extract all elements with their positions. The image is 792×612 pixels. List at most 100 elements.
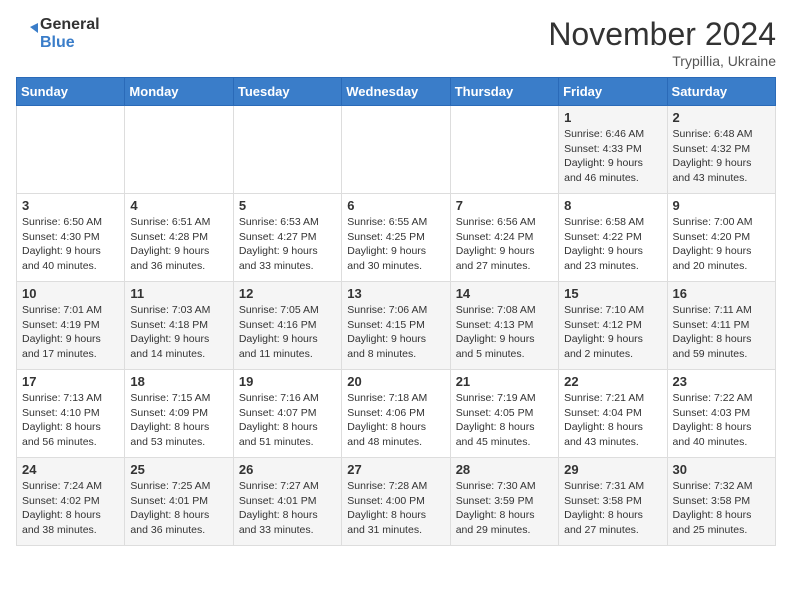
day-number: 12 bbox=[239, 286, 336, 301]
day-info: Sunrise: 7:16 AM Sunset: 4:07 PM Dayligh… bbox=[239, 391, 336, 450]
day-number: 8 bbox=[564, 198, 661, 213]
calendar-cell: 1 Sunrise: 6:46 AM Sunset: 4:33 PM Daylig… bbox=[559, 106, 667, 194]
day-number: 20 bbox=[347, 374, 444, 389]
day-number: 16 bbox=[673, 286, 770, 301]
day-number: 5 bbox=[239, 198, 336, 213]
calendar-cell: 23 Sunrise: 7:22 AM Sunset: 4:03 PM Dayli… bbox=[667, 370, 775, 458]
day-number: 17 bbox=[22, 374, 119, 389]
calendar-cell: 4 Sunrise: 6:51 AM Sunset: 4:28 PM Daylig… bbox=[125, 194, 233, 282]
day-info: Sunrise: 6:50 AM Sunset: 4:30 PM Dayligh… bbox=[22, 215, 119, 274]
calendar-cell: 30 Sunrise: 7:32 AM Sunset: 3:58 PM Dayli… bbox=[667, 458, 775, 546]
calendar-cell: 13Sunrise: 7:06 AM Sunset: 4:15 PM Dayli… bbox=[342, 282, 450, 370]
calendar-header-row: SundayMondayTuesdayWednesdayThursdayFrid… bbox=[17, 78, 776, 106]
day-number: 11 bbox=[130, 286, 227, 301]
day-info: Sunrise: 7:05 AM Sunset: 4:16 PM Dayligh… bbox=[239, 303, 336, 362]
day-number: 9 bbox=[673, 198, 770, 213]
title-block: November 2024 Trypillia, Ukraine bbox=[548, 16, 776, 69]
day-info: Sunrise: 6:56 AM Sunset: 4:24 PM Dayligh… bbox=[456, 215, 553, 274]
day-number: 19 bbox=[239, 374, 336, 389]
calendar-cell bbox=[342, 106, 450, 194]
calendar-cell: 18Sunrise: 7:15 AM Sunset: 4:09 PM Dayli… bbox=[125, 370, 233, 458]
calendar-cell bbox=[233, 106, 341, 194]
day-number: 2 bbox=[673, 110, 770, 125]
logo-blue: Blue bbox=[40, 34, 100, 52]
calendar-cell: 7Sunrise: 6:56 AM Sunset: 4:24 PM Daylig… bbox=[450, 194, 558, 282]
day-info: Sunrise: 6:58 AM Sunset: 4:22 PM Dayligh… bbox=[564, 215, 661, 274]
calendar-cell: 20 Sunrise: 7:18 AM Sunset: 4:06 PM Dayli… bbox=[342, 370, 450, 458]
calendar-cell: 19 Sunrise: 7:16 AM Sunset: 4:07 PM Dayli… bbox=[233, 370, 341, 458]
day-info: Sunrise: 6:46 AM Sunset: 4:33 PM Dayligh… bbox=[564, 127, 661, 186]
day-header-tuesday: Tuesday bbox=[233, 78, 341, 106]
day-info: Sunrise: 6:51 AM Sunset: 4:28 PM Dayligh… bbox=[130, 215, 227, 274]
day-info: Sunrise: 7:22 AM Sunset: 4:03 PM Dayligh… bbox=[673, 391, 770, 450]
logo: General Blue bbox=[16, 16, 100, 51]
calendar-cell: 21Sunrise: 7:19 AM Sunset: 4:05 PM Dayli… bbox=[450, 370, 558, 458]
day-info: Sunrise: 7:18 AM Sunset: 4:06 PM Dayligh… bbox=[347, 391, 444, 450]
calendar-cell: 27 Sunrise: 7:28 AM Sunset: 4:00 PM Dayli… bbox=[342, 458, 450, 546]
day-number: 23 bbox=[673, 374, 770, 389]
day-info: Sunrise: 7:15 AM Sunset: 4:09 PM Dayligh… bbox=[130, 391, 227, 450]
day-info: Sunrise: 7:27 AM Sunset: 4:01 PM Dayligh… bbox=[239, 479, 336, 538]
calendar-cell: 29 Sunrise: 7:31 AM Sunset: 3:58 PM Dayli… bbox=[559, 458, 667, 546]
day-number: 26 bbox=[239, 462, 336, 477]
day-info: Sunrise: 7:32 AM Sunset: 3:58 PM Dayligh… bbox=[673, 479, 770, 538]
calendar-cell: 10 Sunrise: 7:01 AM Sunset: 4:19 PM Dayli… bbox=[17, 282, 125, 370]
calendar-cell bbox=[450, 106, 558, 194]
day-info: Sunrise: 7:10 AM Sunset: 4:12 PM Dayligh… bbox=[564, 303, 661, 362]
month-title: November 2024 bbox=[548, 16, 776, 53]
calendar-cell: 14 Sunrise: 7:08 AM Sunset: 4:13 PM Dayli… bbox=[450, 282, 558, 370]
day-info: Sunrise: 7:08 AM Sunset: 4:13 PM Dayligh… bbox=[456, 303, 553, 362]
day-number: 30 bbox=[673, 462, 770, 477]
day-info: Sunrise: 7:11 AM Sunset: 4:11 PM Dayligh… bbox=[673, 303, 770, 362]
day-info: Sunrise: 6:53 AM Sunset: 4:27 PM Dayligh… bbox=[239, 215, 336, 274]
day-info: Sunrise: 7:28 AM Sunset: 4:00 PM Dayligh… bbox=[347, 479, 444, 538]
calendar-week-2: 3Sunrise: 6:50 AM Sunset: 4:30 PM Daylig… bbox=[17, 194, 776, 282]
page-header: General Blue November 2024 Trypillia, Uk… bbox=[16, 16, 776, 69]
day-info: Sunrise: 7:13 AM Sunset: 4:10 PM Dayligh… bbox=[22, 391, 119, 450]
logo-bird-icon bbox=[16, 23, 38, 45]
calendar-cell: 6 Sunrise: 6:55 AM Sunset: 4:25 PM Daylig… bbox=[342, 194, 450, 282]
day-header-thursday: Thursday bbox=[450, 78, 558, 106]
calendar-cell: 11Sunrise: 7:03 AM Sunset: 4:18 PM Dayli… bbox=[125, 282, 233, 370]
day-info: Sunrise: 6:55 AM Sunset: 4:25 PM Dayligh… bbox=[347, 215, 444, 274]
day-header-wednesday: Wednesday bbox=[342, 78, 450, 106]
day-number: 10 bbox=[22, 286, 119, 301]
day-number: 29 bbox=[564, 462, 661, 477]
calendar-week-4: 17 Sunrise: 7:13 AM Sunset: 4:10 PM Dayli… bbox=[17, 370, 776, 458]
day-info: Sunrise: 7:24 AM Sunset: 4:02 PM Dayligh… bbox=[22, 479, 119, 538]
day-info: Sunrise: 7:01 AM Sunset: 4:19 PM Dayligh… bbox=[22, 303, 119, 362]
day-number: 24 bbox=[22, 462, 119, 477]
day-number: 25 bbox=[130, 462, 227, 477]
day-header-friday: Friday bbox=[559, 78, 667, 106]
calendar-cell: 12 Sunrise: 7:05 AM Sunset: 4:16 PM Dayli… bbox=[233, 282, 341, 370]
day-info: Sunrise: 7:06 AM Sunset: 4:15 PM Dayligh… bbox=[347, 303, 444, 362]
day-info: Sunrise: 7:31 AM Sunset: 3:58 PM Dayligh… bbox=[564, 479, 661, 538]
day-number: 1 bbox=[564, 110, 661, 125]
logo-general: General bbox=[40, 16, 100, 34]
day-number: 27 bbox=[347, 462, 444, 477]
calendar-week-1: 1 Sunrise: 6:46 AM Sunset: 4:33 PM Daylig… bbox=[17, 106, 776, 194]
day-header-saturday: Saturday bbox=[667, 78, 775, 106]
calendar-cell bbox=[17, 106, 125, 194]
logo-container: General Blue bbox=[16, 16, 100, 51]
calendar-cell: 16 Sunrise: 7:11 AM Sunset: 4:11 PM Dayli… bbox=[667, 282, 775, 370]
day-number: 14 bbox=[456, 286, 553, 301]
calendar-table: SundayMondayTuesdayWednesdayThursdayFrid… bbox=[16, 77, 776, 546]
calendar-cell: 22Sunrise: 7:21 AM Sunset: 4:04 PM Dayli… bbox=[559, 370, 667, 458]
day-info: Sunrise: 7:30 AM Sunset: 3:59 PM Dayligh… bbox=[456, 479, 553, 538]
calendar-week-5: 24 Sunrise: 7:24 AM Sunset: 4:02 PM Dayli… bbox=[17, 458, 776, 546]
calendar-cell: 3Sunrise: 6:50 AM Sunset: 4:30 PM Daylig… bbox=[17, 194, 125, 282]
calendar-cell: 15Sunrise: 7:10 AM Sunset: 4:12 PM Dayli… bbox=[559, 282, 667, 370]
calendar-cell: 8 Sunrise: 6:58 AM Sunset: 4:22 PM Daylig… bbox=[559, 194, 667, 282]
calendar-cell: 9 Sunrise: 7:00 AM Sunset: 4:20 PM Daylig… bbox=[667, 194, 775, 282]
location: Trypillia, Ukraine bbox=[548, 53, 776, 69]
day-number: 28 bbox=[456, 462, 553, 477]
day-number: 4 bbox=[130, 198, 227, 213]
day-info: Sunrise: 7:25 AM Sunset: 4:01 PM Dayligh… bbox=[130, 479, 227, 538]
day-info: Sunrise: 6:48 AM Sunset: 4:32 PM Dayligh… bbox=[673, 127, 770, 186]
day-info: Sunrise: 7:00 AM Sunset: 4:20 PM Dayligh… bbox=[673, 215, 770, 274]
calendar-week-3: 10 Sunrise: 7:01 AM Sunset: 4:19 PM Dayli… bbox=[17, 282, 776, 370]
calendar-cell: 25 Sunrise: 7:25 AM Sunset: 4:01 PM Dayli… bbox=[125, 458, 233, 546]
day-number: 6 bbox=[347, 198, 444, 213]
day-number: 22 bbox=[564, 374, 661, 389]
